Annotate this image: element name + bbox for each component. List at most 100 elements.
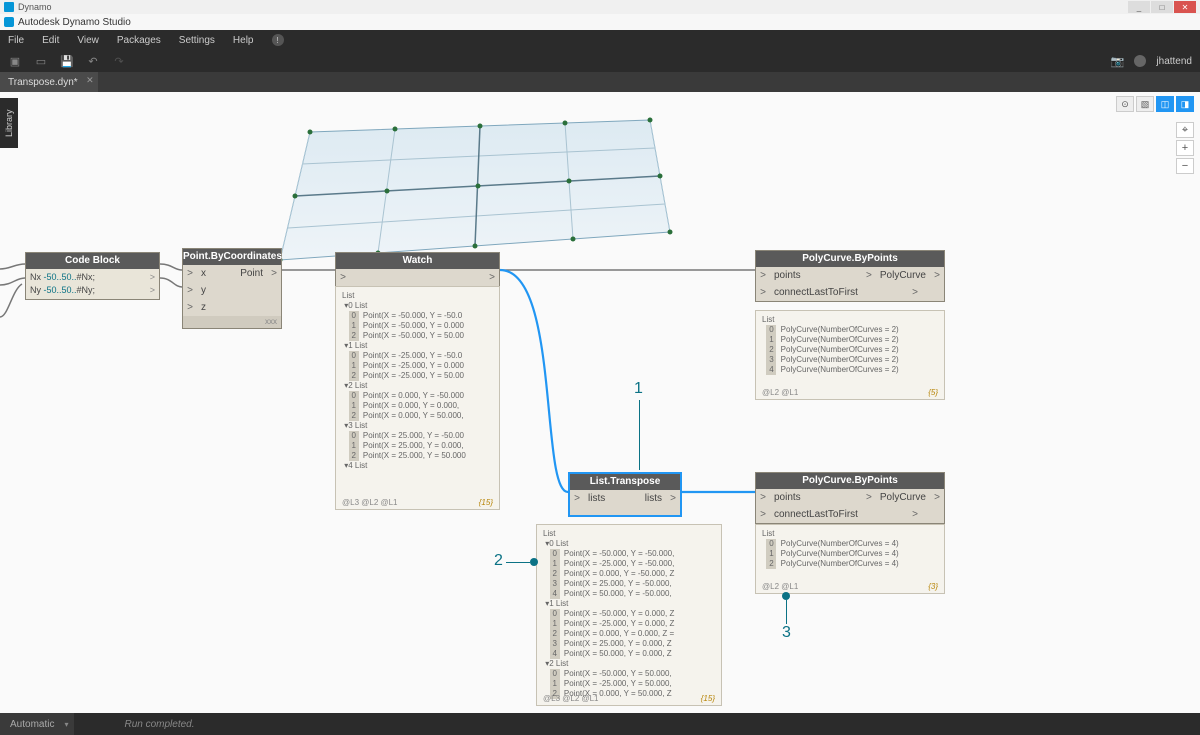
input-port[interactable]: > — [570, 493, 584, 504]
redo-icon[interactable]: ↷ — [112, 54, 126, 68]
input-port[interactable]: > — [756, 270, 770, 281]
list-count: {5} — [928, 388, 938, 398]
node-title: List.Transpose — [570, 474, 680, 490]
input-port[interactable]: > — [183, 302, 197, 313]
menu-view[interactable]: View — [77, 35, 99, 46]
port-label: PolyCurve — [876, 492, 930, 503]
annotation-3: 3 — [782, 624, 791, 642]
list-level-indicator[interactable]: @L2 @L1 — [762, 388, 798, 398]
list-level-indicator[interactable]: @L2 @L1 — [762, 582, 798, 592]
polycurve2-output-list[interactable]: List 0 PolyCurve(NumberOfCurves = 4) 1 P… — [755, 524, 945, 594]
chevron-icon[interactable]: > — [908, 287, 922, 298]
watch-output-list[interactable]: List ▾0 List 0 Point(X = -50.000, Y = -5… — [335, 286, 500, 510]
graph-canvas[interactable]: Library ⊙ ▧ ◫ ◨ ⌖ + − — [0, 92, 1200, 713]
node-title: Watch — [336, 253, 499, 269]
chevron-icon[interactable]: > — [908, 509, 922, 520]
lacing-indicator[interactable]: xxx — [183, 316, 281, 328]
open-file-icon[interactable]: ▭ — [34, 54, 48, 68]
port-label: points — [770, 492, 862, 503]
output-port[interactable]: > — [930, 270, 944, 281]
menu-edit[interactable]: Edit — [42, 35, 59, 46]
menu-bar: File Edit View Packages Settings Help ! — [0, 30, 1200, 50]
run-mode-label: Automatic — [10, 719, 54, 730]
library-panel-tab[interactable]: Library — [0, 98, 18, 148]
input-port[interactable]: > — [183, 268, 197, 279]
zoom-toolbar: ⌖ + − — [1176, 122, 1194, 174]
nav-orbit-icon[interactable]: ⊙ — [1116, 96, 1134, 112]
annotation-line — [639, 400, 640, 470]
menu-settings[interactable]: Settings — [179, 35, 215, 46]
list-count: {3} — [928, 582, 938, 592]
input-port[interactable]: > — [756, 509, 770, 520]
document-tabbar: Transpose.dyn* ✕ — [0, 72, 1200, 92]
graph-view-icon[interactable]: ◫ — [1156, 96, 1174, 112]
code-text: -50..50.. — [44, 285, 77, 295]
menu-file[interactable]: File — [8, 35, 24, 46]
product-name: Autodesk Dynamo Studio — [18, 17, 131, 28]
node-point-bycoordinates[interactable]: Point.ByCoordinates >xPoint> >y >z xxx — [182, 248, 282, 329]
code-block-body[interactable]: Nx -50..50..#Nx;> Ny -50..50..#Ny;> — [26, 269, 159, 299]
output-port[interactable]: > — [267, 268, 281, 279]
user-avatar-icon[interactable] — [1134, 55, 1146, 67]
menu-packages[interactable]: Packages — [117, 35, 161, 46]
code-text: #Nx; — [77, 272, 96, 282]
output-port[interactable]: > — [930, 492, 944, 503]
code-text: Nx — [30, 272, 44, 282]
node-polycurve-bypoints-1[interactable]: PolyCurve.ByPoints >points>PolyCurve> >c… — [755, 250, 945, 302]
run-mode-dropdown[interactable]: Automatic — [0, 713, 74, 735]
annotation-1: 1 — [634, 380, 643, 398]
input-port[interactable]: > — [756, 287, 770, 298]
toolbar: ▣ ▭ 💾 ↶ ↷ 📷 jhattend — [0, 50, 1200, 72]
list-count: {15} — [479, 498, 493, 508]
polycurve1-output-list[interactable]: List 0 PolyCurve(NumberOfCurves = 2) 1 P… — [755, 310, 945, 400]
code-text: Ny — [30, 285, 44, 295]
nav-pan-icon[interactable]: ▧ — [1136, 96, 1154, 112]
node-title: Code Block — [26, 253, 159, 269]
zoom-in-icon[interactable]: + — [1176, 140, 1194, 156]
annotation-2: 2 — [494, 552, 503, 570]
node-list-transpose[interactable]: List.Transpose >listslists> — [568, 472, 682, 517]
list-count: {15} — [701, 694, 715, 704]
output-port — [267, 285, 281, 296]
output-port[interactable]: > — [485, 272, 499, 283]
annotation-line — [506, 562, 530, 563]
new-file-icon[interactable]: ▣ — [8, 54, 22, 68]
chevron-icon[interactable]: > — [862, 270, 876, 281]
list-level-indicator[interactable]: @L3 @L2 @L1 — [543, 694, 599, 704]
minimize-button[interactable]: _ — [1128, 1, 1150, 13]
output-port[interactable]: > — [666, 493, 680, 504]
port-label: lists — [584, 493, 641, 504]
chevron-icon[interactable]: > — [862, 492, 876, 503]
save-file-icon[interactable]: 💾 — [60, 54, 74, 68]
menu-help[interactable]: Help — [233, 35, 254, 46]
camera-icon[interactable]: 📷 — [1110, 54, 1124, 68]
os-titlebar: Dynamo _ □ ✕ — [0, 0, 1200, 14]
input-port[interactable]: > — [336, 272, 350, 283]
username[interactable]: jhattend — [1156, 56, 1192, 67]
input-port[interactable]: > — [756, 492, 770, 503]
close-button[interactable]: ✕ — [1174, 1, 1196, 13]
input-port[interactable]: > — [183, 285, 197, 296]
list-level-indicator[interactable]: @L3 @L2 @L1 — [342, 498, 398, 508]
tab-transpose[interactable]: Transpose.dyn* ✕ — [0, 72, 98, 92]
code-text: -50..50.. — [44, 272, 77, 282]
info-icon[interactable]: ! — [272, 34, 284, 46]
maximize-button[interactable]: □ — [1151, 1, 1173, 13]
port-label: points — [770, 270, 862, 281]
status-bar: Automatic Run completed. — [0, 713, 1200, 735]
annotation-dot — [782, 592, 790, 600]
node-code-block[interactable]: Code Block Nx -50..50..#Nx;> Ny -50..50.… — [25, 252, 160, 300]
port-label: z — [197, 302, 267, 313]
node-polycurve-bypoints-2[interactable]: PolyCurve.ByPoints >points>PolyCurve> >c… — [755, 472, 945, 524]
port-label: Point — [236, 268, 267, 279]
tab-close-icon[interactable]: ✕ — [86, 75, 94, 86]
app-icon — [4, 2, 14, 12]
transpose-output-list[interactable]: List ▾0 List 0 Point(X = -50.000, Y = -5… — [536, 524, 722, 706]
geometry-view-icon[interactable]: ◨ — [1176, 96, 1194, 112]
zoom-fit-icon[interactable]: ⌖ — [1176, 122, 1194, 138]
zoom-out-icon[interactable]: − — [1176, 158, 1194, 174]
app-name: Dynamo — [18, 2, 52, 12]
node-title: Point.ByCoordinates — [183, 249, 281, 265]
undo-icon[interactable]: ↶ — [86, 54, 100, 68]
node-watch[interactable]: Watch > > — [335, 252, 500, 287]
